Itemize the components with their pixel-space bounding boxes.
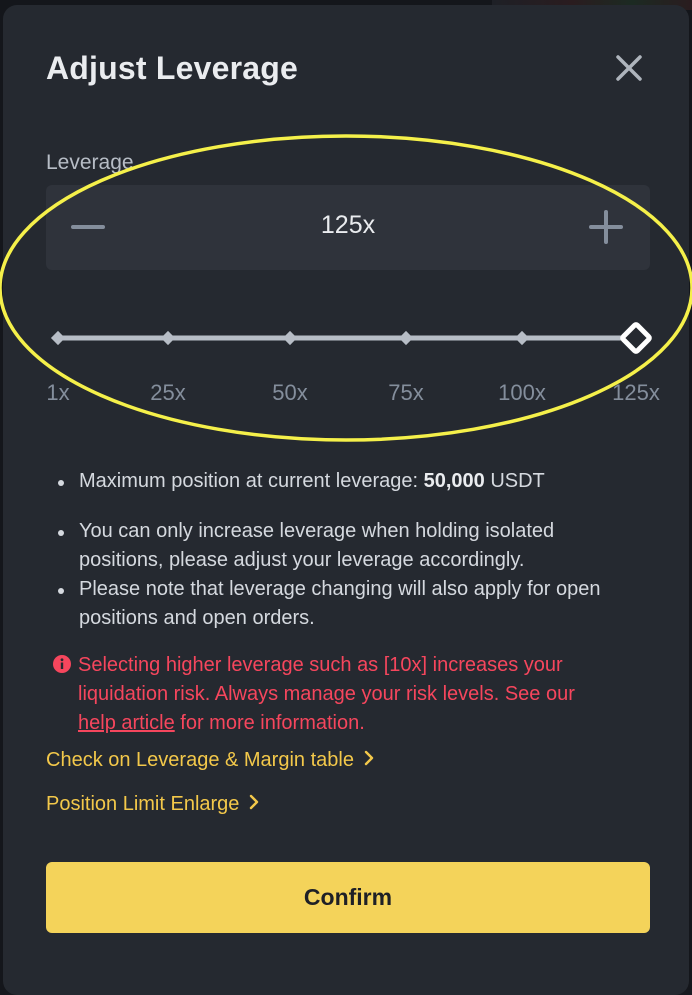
chevron-right-icon	[250, 795, 259, 810]
max-position-item: Maximum position at current leverage: 50…	[53, 467, 653, 496]
close-button[interactable]	[611, 50, 647, 86]
slider-mark-25x[interactable]	[160, 330, 176, 346]
leverage-margin-table-link[interactable]: Check on Leverage & Margin table	[46, 749, 374, 772]
slider-track[interactable]	[0, 308, 692, 368]
leverage-value-input[interactable]: 125x	[46, 211, 650, 240]
slider-label-25x[interactable]: 25x	[128, 380, 208, 406]
open-positions-note: Please note that leverage changing will …	[53, 575, 653, 633]
leverage-label: Leverage	[46, 151, 134, 174]
isolated-positions-note: You can only increase leverage when hold…	[53, 517, 653, 575]
increase-leverage-button[interactable]	[586, 207, 626, 247]
slider-label-75x[interactable]: 75x	[366, 380, 446, 406]
liquidation-risk-warning: Selecting higher leverage such as [10x] …	[49, 651, 649, 738]
slider-mark-75x[interactable]	[398, 330, 414, 346]
slider-label-1x[interactable]: 1x	[18, 380, 98, 406]
slider-label-50x[interactable]: 50x	[250, 380, 330, 406]
slider-mark-100x[interactable]	[514, 330, 530, 346]
chevron-right-icon	[364, 751, 374, 766]
close-icon	[616, 55, 642, 81]
info-circle-icon	[53, 655, 71, 673]
plus-icon	[589, 210, 623, 244]
slider-label-125x[interactable]: 125x	[596, 380, 676, 406]
help-article-link[interactable]: help article	[78, 712, 175, 734]
leverage-stepper: 125x	[46, 185, 650, 270]
confirm-button[interactable]: Confirm	[46, 862, 650, 933]
slider-mark-1x[interactable]	[50, 330, 66, 346]
max-position-amount: 50,000	[423, 470, 485, 492]
slider-mark-50x[interactable]	[282, 330, 298, 346]
adjust-leverage-dialog: Adjust Leverage Leverage 125x Maximum po…	[3, 5, 689, 995]
slider-handle[interactable]	[620, 322, 652, 354]
slider-label-100x[interactable]: 100x	[482, 380, 562, 406]
dialog-title: Adjust Leverage	[46, 50, 298, 86]
position-limit-enlarge-link[interactable]: Position Limit Enlarge	[46, 793, 259, 816]
leverage-slider[interactable]: 1x 25x 50x 75x 100x 125x	[0, 308, 692, 418]
